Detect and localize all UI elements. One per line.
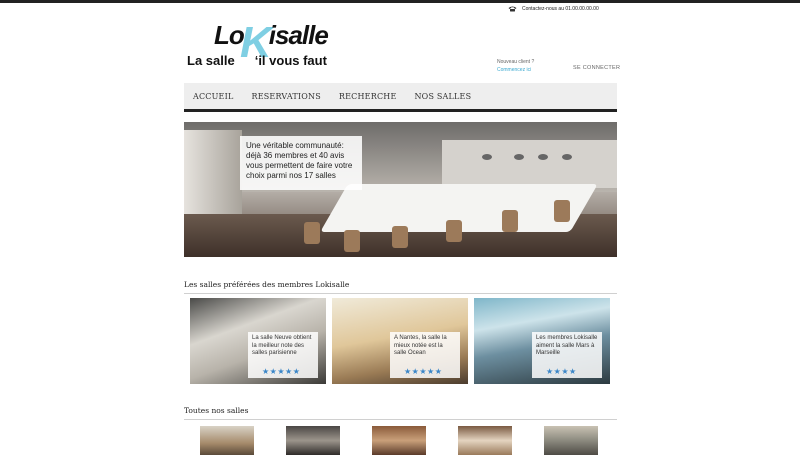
favorite-room-card[interactable]: La salle Neuve obtient la meilleur note … — [190, 298, 326, 384]
room-thumbnail[interactable] — [200, 426, 254, 455]
main-nav: ACCUEIL RESERVATIONS RECHERCHE NOS SALLE… — [184, 83, 617, 112]
logo-top-text: Lo isalle — [214, 20, 329, 50]
nav-item-recherche[interactable]: RECHERCHE — [330, 92, 406, 101]
favorite-room-caption: Les membres Lokisalle aiment la salle Ma… — [532, 332, 602, 378]
contact-text: Contactez-nous au 01.00.00.00.00 — [522, 6, 599, 12]
rating-stars: ★★★★★ — [404, 366, 443, 376]
phone-icon — [508, 6, 517, 12]
room-thumbnail[interactable] — [458, 426, 512, 455]
nav-item-accueil[interactable]: ACCUEIL — [184, 92, 242, 101]
nav-item-nos-salles[interactable]: NOS SALLES — [405, 92, 480, 101]
room-thumbnail[interactable] — [544, 426, 598, 455]
login-link[interactable]: SE CONNECTER — [573, 65, 620, 71]
room-thumbnail[interactable] — [286, 426, 340, 455]
favorite-room-card[interactable]: Les membres Lokisalle aiment la salle Ma… — [474, 298, 610, 384]
contact-info: Contactez-nous au 01.00.00.00.00 — [508, 6, 599, 12]
logo[interactable]: K Lo isalle La salle ‘il vous faut — [184, 18, 344, 74]
favorites-title: Les salles préférées des membres Lokisal… — [184, 280, 617, 294]
new-client-label: Nouveau client ? — [497, 59, 535, 65]
hero-caption: Une véritable communauté: déjà 36 membre… — [240, 136, 362, 190]
top-bar — [0, 0, 800, 3]
account-box: Nouveau client ? Commencez ici — [497, 58, 534, 74]
favorite-room-caption: La salle Neuve obtient la meilleur note … — [248, 332, 318, 378]
rating-stars: ★★★★★ — [262, 366, 301, 376]
start-here-link[interactable]: Commencez ici — [497, 66, 534, 74]
favorite-room-card[interactable]: A Nantes, la salle la mieux notée est la… — [332, 298, 468, 384]
all-rooms-title: Toutes nos salles — [184, 406, 617, 420]
rating-stars: ★★★★ — [546, 366, 577, 376]
logo-tagline: La salle ‘il vous faut — [187, 53, 327, 68]
favorite-room-caption: A Nantes, la salle la mieux notée est la… — [390, 332, 460, 378]
nav-item-reservations[interactable]: RESERVATIONS — [242, 92, 329, 101]
room-thumbnails — [200, 426, 598, 455]
room-thumbnail[interactable] — [372, 426, 426, 455]
hero-banner: Une véritable communauté: déjà 36 membre… — [184, 122, 617, 257]
